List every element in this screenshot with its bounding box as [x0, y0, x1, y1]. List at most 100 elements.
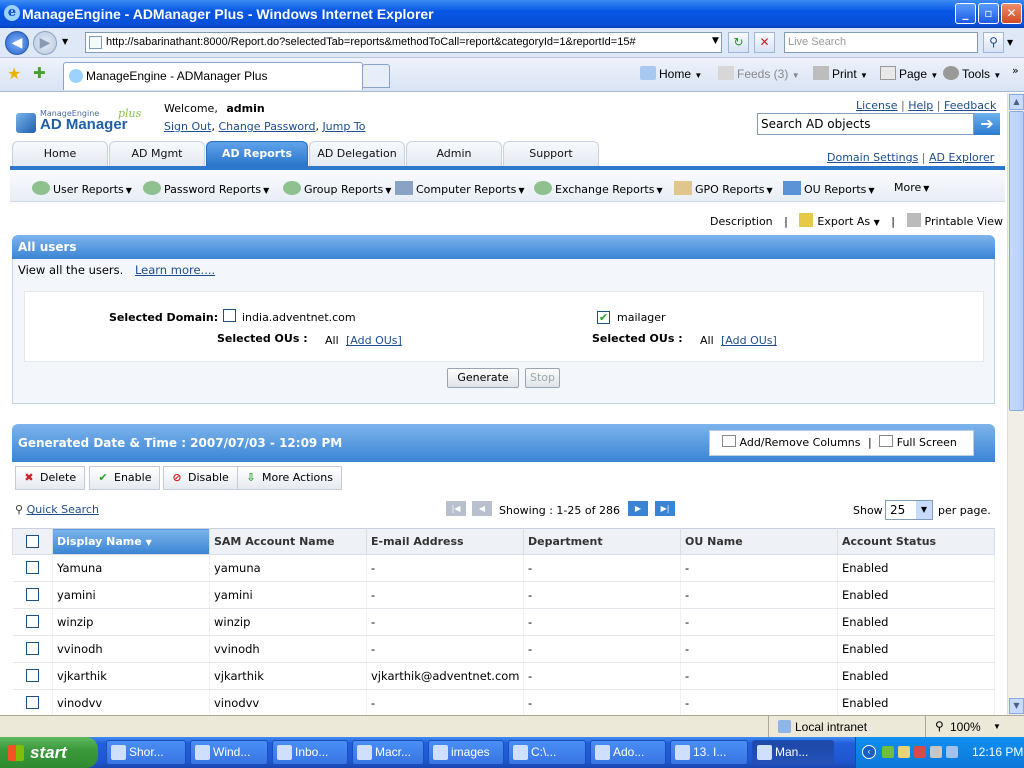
- taskbar-button[interactable]: Man...: [752, 740, 834, 765]
- col-account-status[interactable]: Account Status: [837, 528, 995, 555]
- tools-menu-button[interactable]: Tools ▼: [943, 66, 1001, 81]
- url-dropdown-icon[interactable]: ▼: [705, 32, 726, 53]
- table-row[interactable]: vjkarthik vjkarthik vjkarthik@adventnet.co…: [12, 662, 995, 690]
- select-all-checkbox[interactable]: [12, 528, 53, 555]
- group-reports-menu[interactable]: Group Reports ▼: [283, 181, 391, 196]
- row-checkbox[interactable]: [12, 635, 53, 663]
- page-scrollbar[interactable]: ▲ ▼: [1007, 93, 1024, 715]
- zoom-dropdown-icon[interactable]: ▼: [993, 722, 1001, 731]
- domain2-checkbox[interactable]: ✔: [597, 309, 610, 324]
- table-row[interactable]: winzip winzip - - - Enabled: [12, 608, 995, 636]
- search-icon[interactable]: ⚲: [983, 32, 1004, 53]
- table-row[interactable]: Yamuna yamuna - - - Enabled: [12, 554, 995, 582]
- domain1-add-ous-link[interactable]: [Add OUs]: [346, 334, 402, 347]
- table-row[interactable]: yamini yamini - - - Enabled: [12, 581, 995, 609]
- new-tab-button[interactable]: [362, 64, 390, 88]
- add-remove-columns-button[interactable]: Add/Remove Columns: [722, 435, 861, 449]
- antivirus-icon[interactable]: [914, 746, 926, 758]
- tab-admin[interactable]: Admin: [406, 141, 502, 166]
- add-favorites-icon[interactable]: ✚: [33, 64, 46, 82]
- tab-ad-reports[interactable]: AD Reports: [206, 141, 308, 166]
- row-checkbox[interactable]: [12, 581, 53, 609]
- close-button[interactable]: ✕: [1001, 3, 1022, 24]
- taskbar-button[interactable]: Wind...: [190, 740, 268, 765]
- scroll-up-icon[interactable]: ▲: [1009, 94, 1024, 110]
- tray-collapse-icon[interactable]: ‹: [862, 745, 876, 759]
- col-sam-account-name[interactable]: SAM Account Name: [209, 528, 367, 555]
- maximize-button[interactable]: ▫: [978, 3, 999, 24]
- row-checkbox[interactable]: [12, 689, 53, 717]
- minimize-button[interactable]: _: [955, 3, 976, 24]
- network-icon[interactable]: [882, 746, 894, 758]
- table-row[interactable]: vinodvv vinodvv - - - Enabled: [12, 689, 995, 717]
- search-go-icon[interactable]: ➔: [974, 113, 1000, 135]
- taskbar-button[interactable]: Inbo...: [272, 740, 348, 765]
- favorites-star-icon[interactable]: ★: [7, 64, 21, 83]
- display-icon[interactable]: [946, 746, 958, 758]
- tab-support[interactable]: Support: [503, 141, 599, 166]
- col-department[interactable]: Department: [523, 528, 681, 555]
- learn-more-link[interactable]: Learn more....: [135, 263, 215, 277]
- print-button[interactable]: Print ▼: [813, 66, 868, 81]
- disable-button[interactable]: ⊘ Disable: [163, 466, 238, 490]
- col-ou-name[interactable]: OU Name: [680, 528, 838, 555]
- printable-view-link[interactable]: Printable View: [906, 213, 1003, 228]
- taskbar-button[interactable]: C:\...: [508, 740, 586, 765]
- first-page-icon[interactable]: |◀: [446, 501, 466, 516]
- history-dropdown-icon[interactable]: ▼: [62, 37, 68, 46]
- change-password-link[interactable]: Change Password: [218, 120, 315, 133]
- scroll-down-icon[interactable]: ▼: [1009, 698, 1024, 714]
- url-field[interactable]: http://sabarinathant:8000/Report.do?sele…: [85, 32, 722, 53]
- taskbar-button[interactable]: images: [428, 740, 504, 765]
- page-menu-button[interactable]: Page ▼: [880, 66, 938, 81]
- forward-button[interactable]: ▶: [33, 31, 57, 55]
- computer-reports-menu[interactable]: Computer Reports ▼: [395, 181, 525, 196]
- ad-explorer-link[interactable]: AD Explorer: [929, 151, 994, 164]
- prev-page-icon[interactable]: ◀: [472, 501, 492, 516]
- domain1-checkbox[interactable]: [223, 309, 236, 323]
- clock[interactable]: 12:16 PM: [972, 745, 1023, 759]
- back-button[interactable]: ◀: [5, 31, 29, 55]
- volume-icon[interactable]: [930, 746, 942, 758]
- messenger-icon[interactable]: [898, 746, 910, 758]
- user-reports-menu[interactable]: User Reports ▼: [32, 181, 132, 196]
- zoom-level[interactable]: 100%: [950, 720, 981, 734]
- taskbar-button[interactable]: Macr...: [352, 740, 424, 765]
- col-display-name[interactable]: Display Name ▼: [52, 528, 210, 555]
- window-title-bar[interactable]: e ManageEngine - ADManager Plus - Window…: [0, 0, 1024, 28]
- ad-objects-search-input[interactable]: Search AD objects: [757, 113, 974, 135]
- quick-search[interactable]: ⚲ Quick Search: [15, 503, 99, 516]
- stop-button[interactable]: Stop: [525, 368, 560, 388]
- password-reports-menu[interactable]: Password Reports ▼: [143, 181, 269, 196]
- live-search-input[interactable]: Live Search: [784, 32, 978, 53]
- row-checkbox[interactable]: [12, 608, 53, 636]
- row-checkbox[interactable]: [12, 662, 53, 690]
- jump-to-link[interactable]: Jump To: [322, 120, 365, 133]
- gpo-reports-menu[interactable]: GPO Reports ▼: [674, 181, 773, 196]
- tab-ad-mgmt[interactable]: AD Mgmt: [109, 141, 205, 166]
- more-actions-button[interactable]: ⇩ More Actions: [237, 466, 342, 490]
- delete-button[interactable]: ✖ Delete: [15, 466, 86, 490]
- description-link[interactable]: Description: [710, 215, 773, 228]
- sign-out-link[interactable]: Sign Out: [164, 120, 211, 133]
- taskbar-button[interactable]: 13. I...: [670, 740, 748, 765]
- feeds-button[interactable]: Feeds (3) ▼: [718, 66, 800, 81]
- last-page-icon[interactable]: ▶|: [655, 501, 675, 516]
- taskbar-button[interactable]: Ado...: [590, 740, 666, 765]
- tab-ad-delegation[interactable]: AD Delegation: [309, 141, 405, 166]
- domain2-add-ous-link[interactable]: [Add OUs]: [721, 334, 777, 347]
- next-page-icon[interactable]: ▶: [628, 501, 648, 516]
- col-email-address[interactable]: E-mail Address: [366, 528, 524, 555]
- export-as-menu[interactable]: Export As ▼: [799, 213, 880, 228]
- more-reports-menu[interactable]: More ▼: [894, 181, 929, 194]
- generate-button[interactable]: Generate: [447, 368, 519, 388]
- exchange-reports-menu[interactable]: Exchange Reports ▼: [534, 181, 663, 196]
- row-checkbox[interactable]: [12, 554, 53, 582]
- enable-button[interactable]: ✔ Enable: [89, 466, 161, 490]
- search-options-icon[interactable]: ▼: [1007, 38, 1013, 47]
- feedback-link[interactable]: Feedback: [944, 99, 996, 112]
- home-button[interactable]: Home ▼: [640, 66, 702, 81]
- start-button[interactable]: start: [0, 737, 98, 768]
- tab-home[interactable]: Home: [12, 141, 108, 166]
- chevron-more-icon[interactable]: »: [1012, 64, 1019, 77]
